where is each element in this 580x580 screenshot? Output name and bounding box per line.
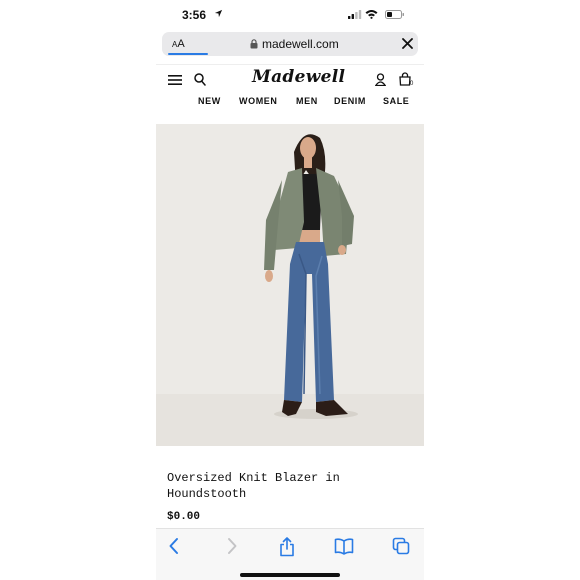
battery-icon <box>385 10 404 19</box>
product-name[interactable]: Oversized Knit Blazer in Houndstooth <box>167 470 407 502</box>
bag-count-badge: 0 <box>410 81 414 87</box>
close-icon[interactable] <box>402 38 413 49</box>
status-time: 3:56 <box>182 8 207 22</box>
nav-denim[interactable]: DENIM <box>334 96 366 106</box>
url-text[interactable]: madewell.com <box>262 37 339 51</box>
bookmarks-icon[interactable] <box>334 537 354 555</box>
wifi-icon <box>365 10 378 19</box>
home-indicator <box>240 573 340 577</box>
nav-new[interactable]: NEW <box>198 96 221 106</box>
search-icon[interactable] <box>194 73 206 86</box>
model-illustration <box>156 124 424 446</box>
browser-toolbar <box>156 528 424 580</box>
category-nav: NEW WOMEN MEN DENIM SALE <box>156 96 424 110</box>
share-icon[interactable] <box>279 537 295 557</box>
nav-women[interactable]: WOMEN <box>239 96 278 106</box>
text-size-button[interactable]: AA <box>172 38 185 50</box>
location-arrow-icon <box>214 9 223 18</box>
product-price: $0.00 <box>167 511 201 523</box>
status-bar: 3:56 <box>156 0 424 30</box>
address-bar[interactable]: AA madewell.com <box>162 32 418 56</box>
phone-screen: 3:56 AA madewell.com Madewell 0 NEW WOME… <box>156 0 424 580</box>
site-header: Madewell 0 NEW WOMEN MEN DENIM SALE <box>156 64 424 113</box>
nav-men[interactable]: MEN <box>296 96 318 106</box>
hamburger-menu-icon[interactable] <box>168 74 182 86</box>
lock-icon <box>250 39 258 49</box>
cellular-signal-icon <box>348 10 362 19</box>
tabs-icon[interactable] <box>392 537 410 555</box>
page-load-progress <box>168 53 208 55</box>
forward-icon[interactable] <box>226 537 238 555</box>
product-image[interactable] <box>156 124 424 446</box>
back-icon[interactable] <box>168 537 180 555</box>
nav-sale[interactable]: SALE <box>383 96 409 106</box>
site-logo[interactable]: Madewell <box>252 67 345 87</box>
account-icon[interactable] <box>375 73 386 86</box>
